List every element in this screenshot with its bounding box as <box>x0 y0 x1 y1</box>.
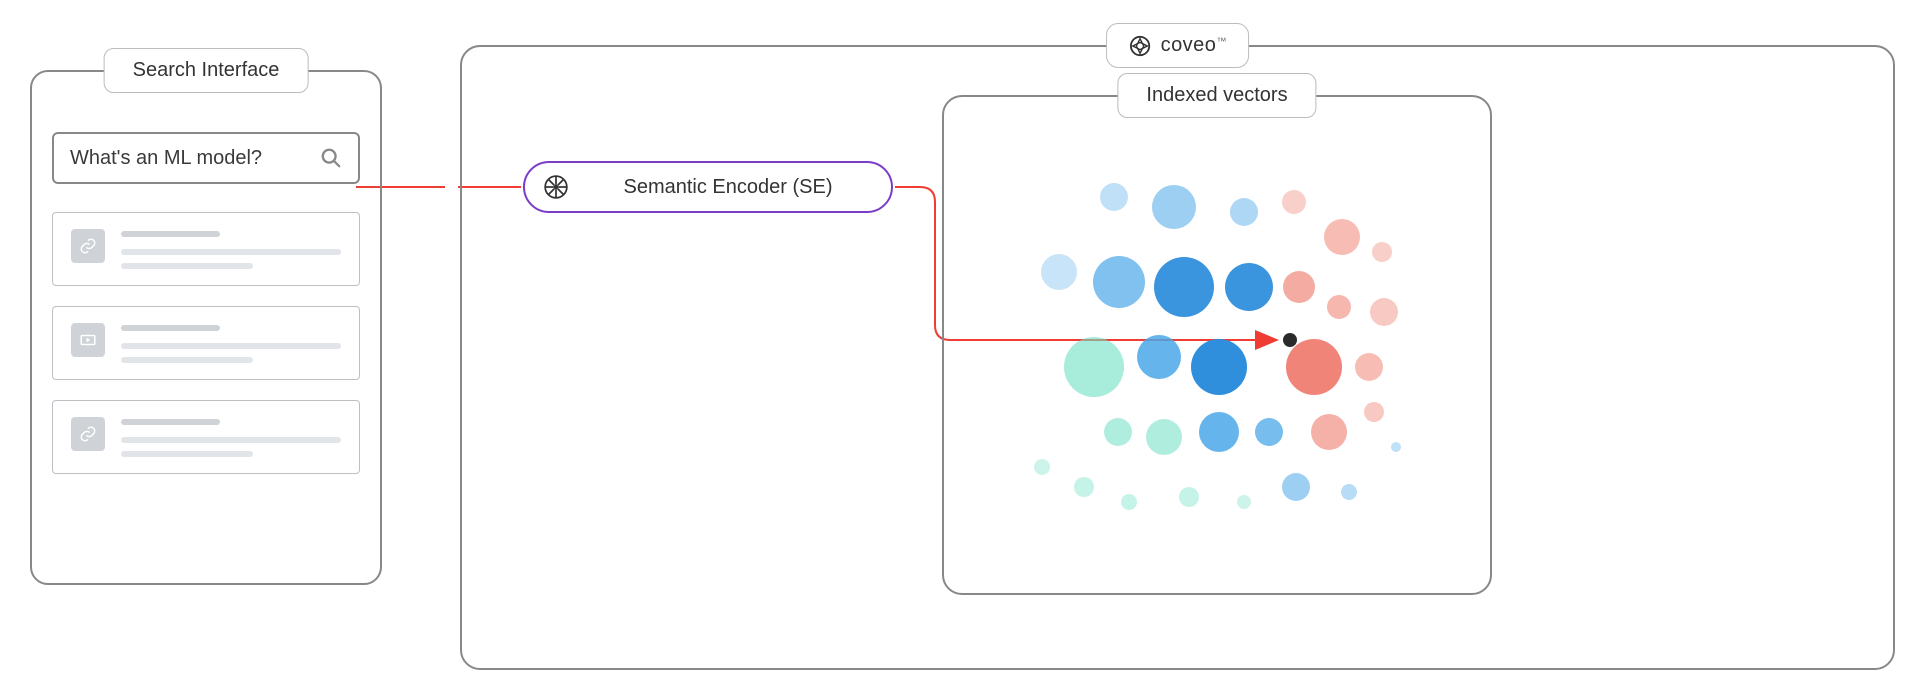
result-placeholder-lines <box>121 229 341 269</box>
result-card <box>52 212 360 286</box>
result-placeholder-lines <box>121 417 341 457</box>
result-placeholder-lines <box>121 323 341 363</box>
platform-brand-label: coveo™ <box>1106 23 1250 68</box>
search-box[interactable]: What's an ML model? <box>52 132 360 184</box>
search-interface-title-text: Search Interface <box>133 59 280 81</box>
coveo-brand-name: coveo <box>1161 34 1217 56</box>
result-card <box>52 400 360 474</box>
trademark-symbol: ™ <box>1216 37 1226 48</box>
semantic-encoder-node: Semantic Encoder (SE) <box>523 161 893 213</box>
search-query-text: What's an ML model? <box>70 147 320 170</box>
result-card <box>52 306 360 380</box>
indexed-vectors-panel: Indexed vectors <box>942 95 1492 595</box>
search-icon <box>320 147 342 169</box>
search-interface-title: Search Interface <box>104 48 309 93</box>
encoder-icon <box>543 174 569 200</box>
coveo-logo-icon <box>1129 35 1151 57</box>
platform-brand-text: coveo™ <box>1161 34 1227 57</box>
video-icon <box>71 323 105 357</box>
link-icon <box>71 229 105 263</box>
vector-cluster-visualization <box>944 97 1494 597</box>
link-icon <box>71 417 105 451</box>
encoder-label-text: Semantic Encoder (SE) <box>587 176 869 199</box>
search-interface-panel: Search Interface What's an ML model? <box>30 70 382 585</box>
